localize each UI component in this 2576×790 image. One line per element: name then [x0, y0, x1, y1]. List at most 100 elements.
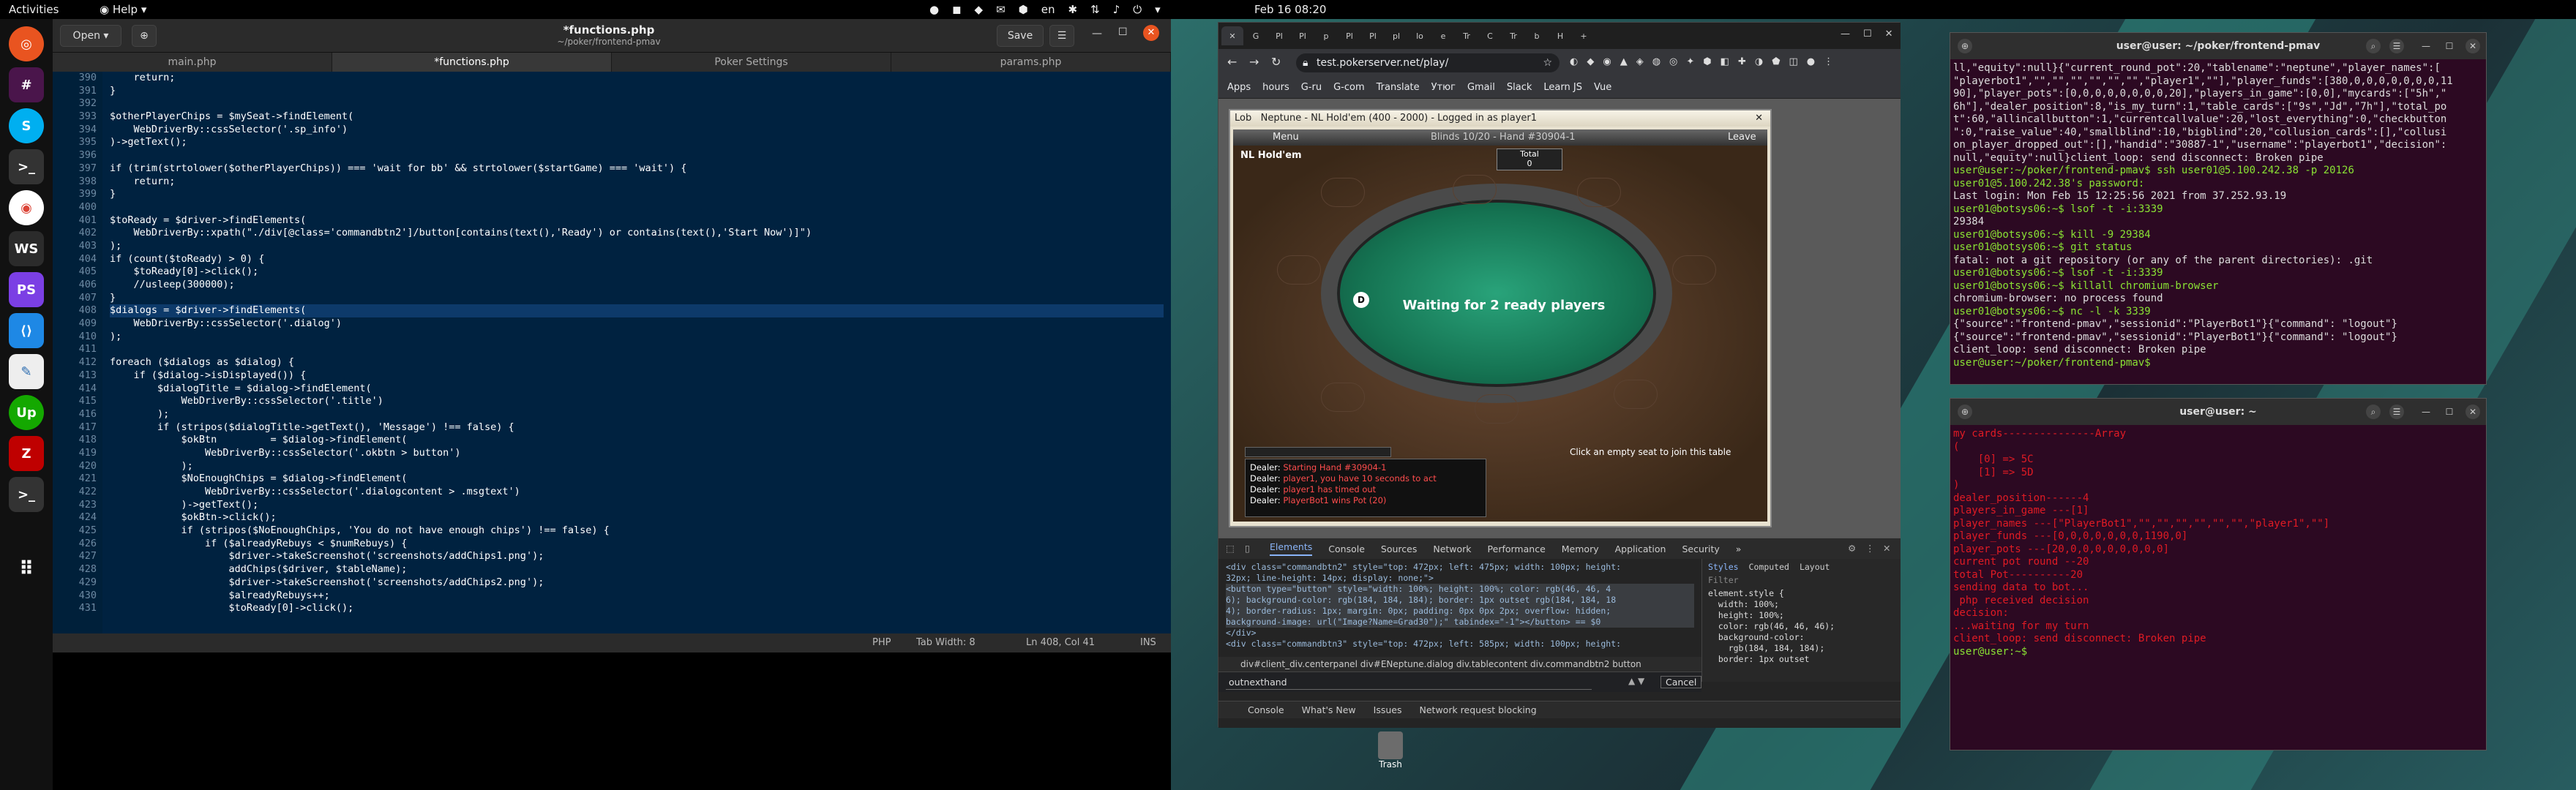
code-line[interactable]: $dialogs = $driver->findElements( [110, 304, 1164, 318]
record-icon[interactable]: ● [929, 3, 939, 16]
drawer-tab[interactable]: Network request blocking [1420, 704, 1537, 715]
tab-functions-php[interactable]: *functions.php [332, 53, 612, 72]
code-line[interactable]: $toReady = $driver->findElements( [110, 214, 1164, 227]
terminal-icon[interactable]: >_ [9, 477, 44, 512]
terminal-icon[interactable]: >_ [9, 149, 44, 184]
dom-line[interactable]: 4); border-radius: 1px; margin: 0px; pad… [1226, 606, 1694, 617]
bookmark-item[interactable]: G-com [1333, 82, 1365, 93]
activities-button[interactable]: Activities [9, 3, 59, 16]
extension-icon[interactable]: ◫ [1789, 56, 1798, 67]
browser-tab[interactable]: G [1245, 26, 1267, 45]
dom-line[interactable]: background-image: url("Image?Name=Grad30… [1226, 617, 1694, 628]
bookmark-item[interactable]: hours [1262, 82, 1289, 93]
close-icon[interactable]: ✕ [2465, 39, 2480, 53]
extension-icon[interactable]: ◆ [1587, 56, 1594, 67]
code-line[interactable]: return; [110, 72, 1164, 85]
seat[interactable] [1577, 178, 1621, 207]
tab-close-icon[interactable]: ✕ [1221, 26, 1243, 45]
vscode-icon[interactable]: ⟨⟩ [9, 313, 44, 348]
volume-icon[interactable]: ♪ [1113, 3, 1120, 16]
code-line[interactable]: ); [110, 240, 1164, 253]
dom-line[interactable]: <div class="commandbtn3" style="top: 472… [1226, 639, 1694, 650]
minimize-icon[interactable]: — [2419, 39, 2433, 53]
save-button[interactable]: Save [997, 25, 1044, 47]
chat-icon[interactable]: ✉ [996, 3, 1006, 16]
minimize-icon[interactable]: — [1092, 28, 1102, 40]
bookmark-item[interactable]: Learn JS [1543, 82, 1582, 93]
maximize-icon[interactable]: ☐ [2442, 39, 2457, 53]
extension-icon[interactable]: ⬟ [1772, 56, 1780, 67]
webstorm-icon[interactable]: WS [9, 231, 44, 266]
code-line[interactable]: $dialogTitle = $dialog->findElement( [110, 383, 1164, 396]
code-line[interactable]: if (stripos($dialogTitle->getText(), 'Me… [110, 421, 1164, 434]
maximize-icon[interactable]: ☐ [1863, 29, 1872, 40]
code-line[interactable] [110, 343, 1164, 356]
dom-tree[interactable]: <div class="commandbtn2" style="top: 472… [1218, 559, 1701, 657]
maximize-icon[interactable]: ☐ [2442, 405, 2457, 419]
shield-icon[interactable]: ⬢ [1019, 3, 1028, 16]
dom-line[interactable]: 32px; line-height: 14px; display: none;"… [1226, 573, 1694, 584]
bookmark-item[interactable]: Vue [1594, 82, 1611, 93]
code-line[interactable]: ); [110, 460, 1164, 473]
code-area[interactable]: 390 391 392 393 394 395 396 397 398 399 400 401 402 4… [53, 72, 1171, 654]
code-line[interactable] [110, 149, 1164, 162]
extension-icon[interactable]: ⬢ [1703, 56, 1711, 67]
bookmark-item[interactable]: Translate [1377, 82, 1420, 93]
code-line[interactable]: $driver->takeScreenshot('screenshots/add… [110, 550, 1164, 563]
minimize-icon[interactable]: — [1841, 29, 1850, 40]
kebab-menu-icon[interactable]: ⋮ [1865, 543, 1875, 554]
styles-filter[interactable]: Filter [1708, 575, 1895, 585]
seat[interactable] [1321, 383, 1365, 412]
terminal-output[interactable]: my cards---------------Array( [0] => 5C … [1953, 428, 2483, 747]
cancel-button[interactable]: Cancel [1660, 676, 1702, 688]
extension-icon[interactable]: ✚ [1738, 56, 1746, 67]
browser-tab[interactable]: Tr [1502, 26, 1524, 45]
devtools-tab[interactable]: Network [1433, 543, 1471, 554]
skype-icon[interactable]: S [9, 108, 44, 143]
code-line[interactable]: ); [110, 408, 1164, 421]
search-prev-next[interactable]: ▲ ▼ [1628, 676, 1644, 686]
power-icon[interactable]: ⏻ [1133, 3, 1142, 16]
code-line[interactable]: } [110, 292, 1164, 305]
extension-icon[interactable]: ◧ [1721, 56, 1729, 67]
devtools-tab[interactable]: Sources [1381, 543, 1417, 554]
kebab-menu-icon[interactable]: ⋮ [1824, 56, 1833, 67]
code-line[interactable]: $otherPlayerChips = $mySeat->findElement… [110, 110, 1164, 124]
code-line[interactable]: $NoEnoughChips = $dialog->findElement( [110, 473, 1164, 486]
maximize-icon[interactable]: ☐ [1118, 26, 1128, 38]
browser-tab[interactable]: C [1479, 26, 1501, 45]
upwork-icon[interactable]: Up [9, 395, 44, 430]
drawer-tab[interactable]: What's New [1302, 704, 1356, 715]
search-icon[interactable]: ⌕ [2366, 39, 2381, 53]
new-tab-icon[interactable]: ⊕ [132, 25, 157, 47]
breadcrumb[interactable]: div#client_div.centerpanel div#ENeptune.… [1218, 657, 1701, 672]
extension-icon[interactable]: ✦ [1686, 56, 1694, 67]
close-icon[interactable]: ✕ [1755, 110, 1763, 127]
code-lines[interactable]: return;} $otherPlayerChips = $mySeat->fin… [110, 72, 1164, 615]
code-line[interactable] [110, 201, 1164, 214]
code-line[interactable]: WebDriverBy::cssSelector('.dialogcontent… [110, 486, 1164, 499]
browser-tab[interactable]: Tr [1456, 26, 1478, 45]
bookmark-item[interactable]: Apps [1227, 82, 1251, 93]
dom-line[interactable]: </div> [1226, 628, 1694, 639]
forward-icon[interactable]: → [1249, 55, 1259, 69]
avatar[interactable]: ● [1807, 56, 1815, 67]
devtools-tab[interactable]: Memory [1562, 543, 1599, 554]
seat[interactable] [1614, 380, 1658, 409]
code-line[interactable]: )->getText(); [110, 136, 1164, 149]
extension-icon[interactable]: ◐ [1570, 56, 1578, 67]
browser-tab[interactable]: Pl [1338, 26, 1360, 45]
back-icon[interactable]: ← [1227, 55, 1237, 69]
code-line[interactable]: )->getText(); [110, 499, 1164, 512]
code-line[interactable]: $toReady[0]->click(); [110, 602, 1164, 615]
new-tab-icon[interactable]: ⊕ [1958, 405, 1972, 419]
chat-input[interactable] [1245, 447, 1391, 457]
hamburger-menu-icon[interactable]: ☰ [2389, 405, 2404, 419]
extension-icon[interactable]: ▲ [1620, 56, 1628, 67]
browser-tab[interactable]: Pl [1292, 26, 1314, 45]
code-line[interactable]: addChips($driver, $tableName); [110, 563, 1164, 576]
extension-icon[interactable]: ◈ [1636, 56, 1644, 67]
devtools-tab[interactable]: Application [1615, 543, 1666, 554]
code-line[interactable]: $toReady[0]->click(); [110, 266, 1164, 279]
extension-icon[interactable]: ◉ [1603, 56, 1611, 67]
